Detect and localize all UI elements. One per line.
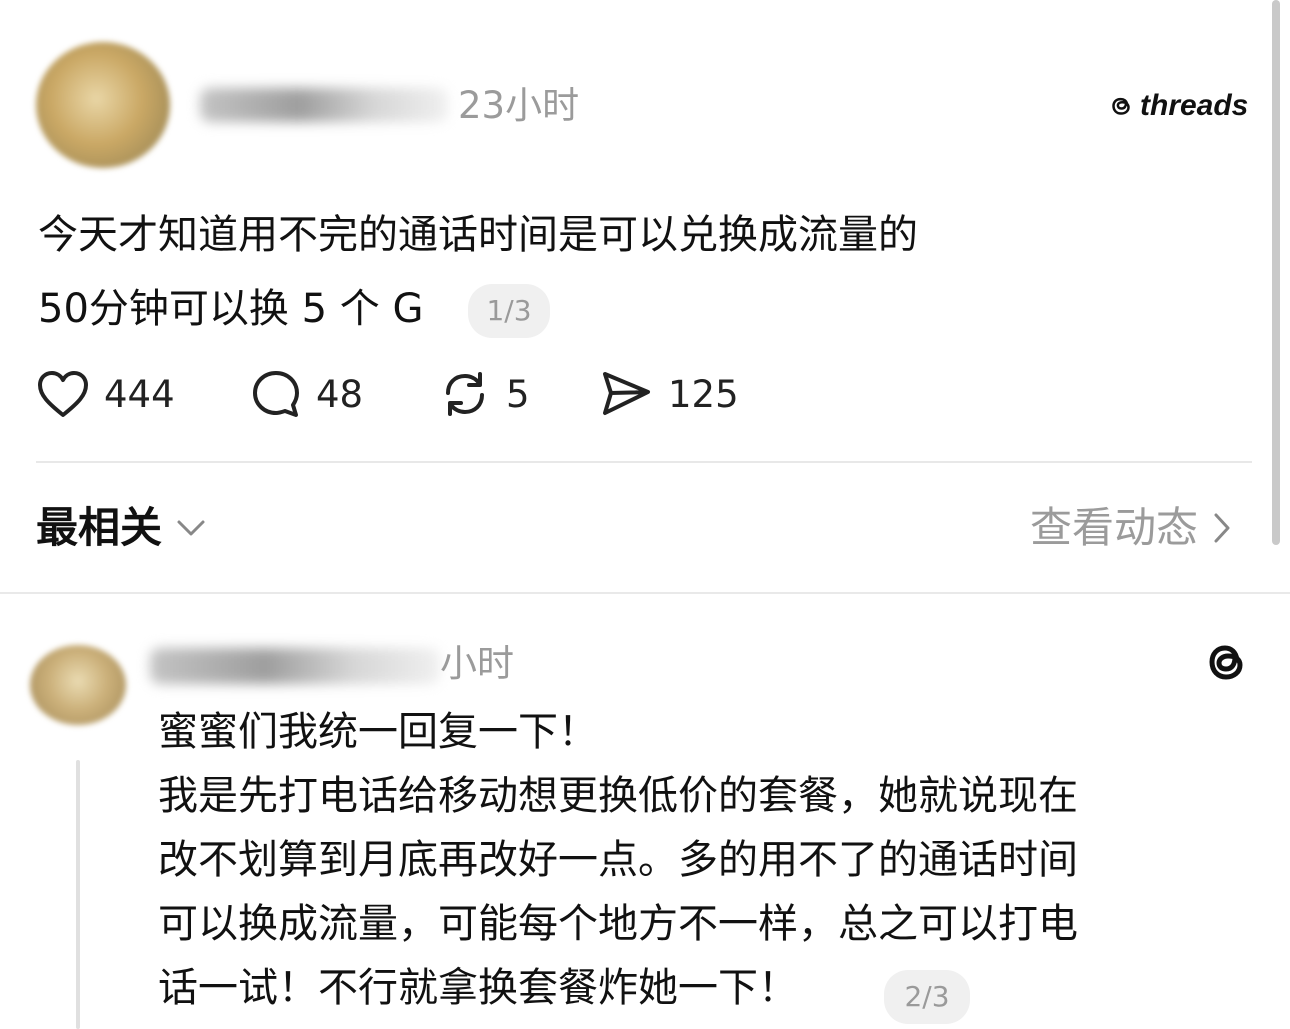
threads-watermark: threads <box>1106 86 1248 126</box>
repost-button[interactable]: 5 <box>438 366 530 422</box>
comment-button[interactable]: 48 <box>250 366 363 422</box>
sort-dropdown[interactable]: 最相关 <box>36 500 206 556</box>
post-text-line: 今天才知道用不完的通话时间是可以兑换成流量的 <box>38 212 918 258</box>
chevron-down-icon <box>177 520 205 536</box>
heart-icon <box>38 371 88 417</box>
scrollbar[interactable] <box>1272 0 1280 545</box>
threads-logo-icon[interactable] <box>1200 636 1252 688</box>
post-text-line: 50分钟可以换 5 个 G <box>38 286 424 332</box>
share-button[interactable]: 125 <box>600 366 739 422</box>
sort-label: 最相关 <box>36 503 163 552</box>
reply-username-blurred[interactable] <box>150 648 440 684</box>
chevron-right-icon <box>1214 513 1230 543</box>
threads-logo-icon <box>1112 97 1130 115</box>
repost-arrows-icon <box>446 372 484 416</box>
post-time: 23小时 <box>458 84 580 127</box>
share-count: 125 <box>668 372 739 416</box>
page-indicator: 1/3 <box>468 284 550 338</box>
reply-text-line: 可以换成流量，可能每个地方不一样，总之可以打电 <box>158 901 1078 947</box>
thread-connector-line <box>76 760 80 1029</box>
reply-text-line: 蜜蜜们我统一回复一下！ <box>158 709 598 755</box>
avatar[interactable] <box>36 42 170 168</box>
divider <box>0 592 1290 594</box>
reply-text-line: 话一试！不行就拿换套餐炸她一下！ <box>158 965 798 1011</box>
like-count: 444 <box>104 372 175 416</box>
send-icon <box>603 372 650 415</box>
view-activity-link[interactable]: 查看动态 <box>1030 500 1232 556</box>
speech-bubble-icon <box>253 371 299 417</box>
divider <box>36 461 1252 463</box>
repost-count: 5 <box>506 372 530 416</box>
view-activity-label: 查看动态 <box>1030 503 1199 552</box>
reply-text-line: 改不划算到月底再改好一点。多的用不了的通话时间 <box>158 837 1078 883</box>
reply-avatar[interactable] <box>30 645 126 725</box>
reply-text: 蜜蜜们我统一回复一下！ 我是先打电话给移动想更换低价的套餐，她就说现在 改不划算… <box>158 700 1238 1020</box>
reply-text-line: 我是先打电话给移动想更换低价的套餐，她就说现在 <box>158 773 1078 819</box>
like-button[interactable]: 444 <box>36 366 175 422</box>
reply-time: 小时 <box>440 642 514 685</box>
username-blurred[interactable] <box>200 88 448 122</box>
comment-count: 48 <box>316 372 364 416</box>
page-indicator: 2/3 <box>884 970 970 1024</box>
threads-wordmark: threads <box>1140 89 1249 122</box>
